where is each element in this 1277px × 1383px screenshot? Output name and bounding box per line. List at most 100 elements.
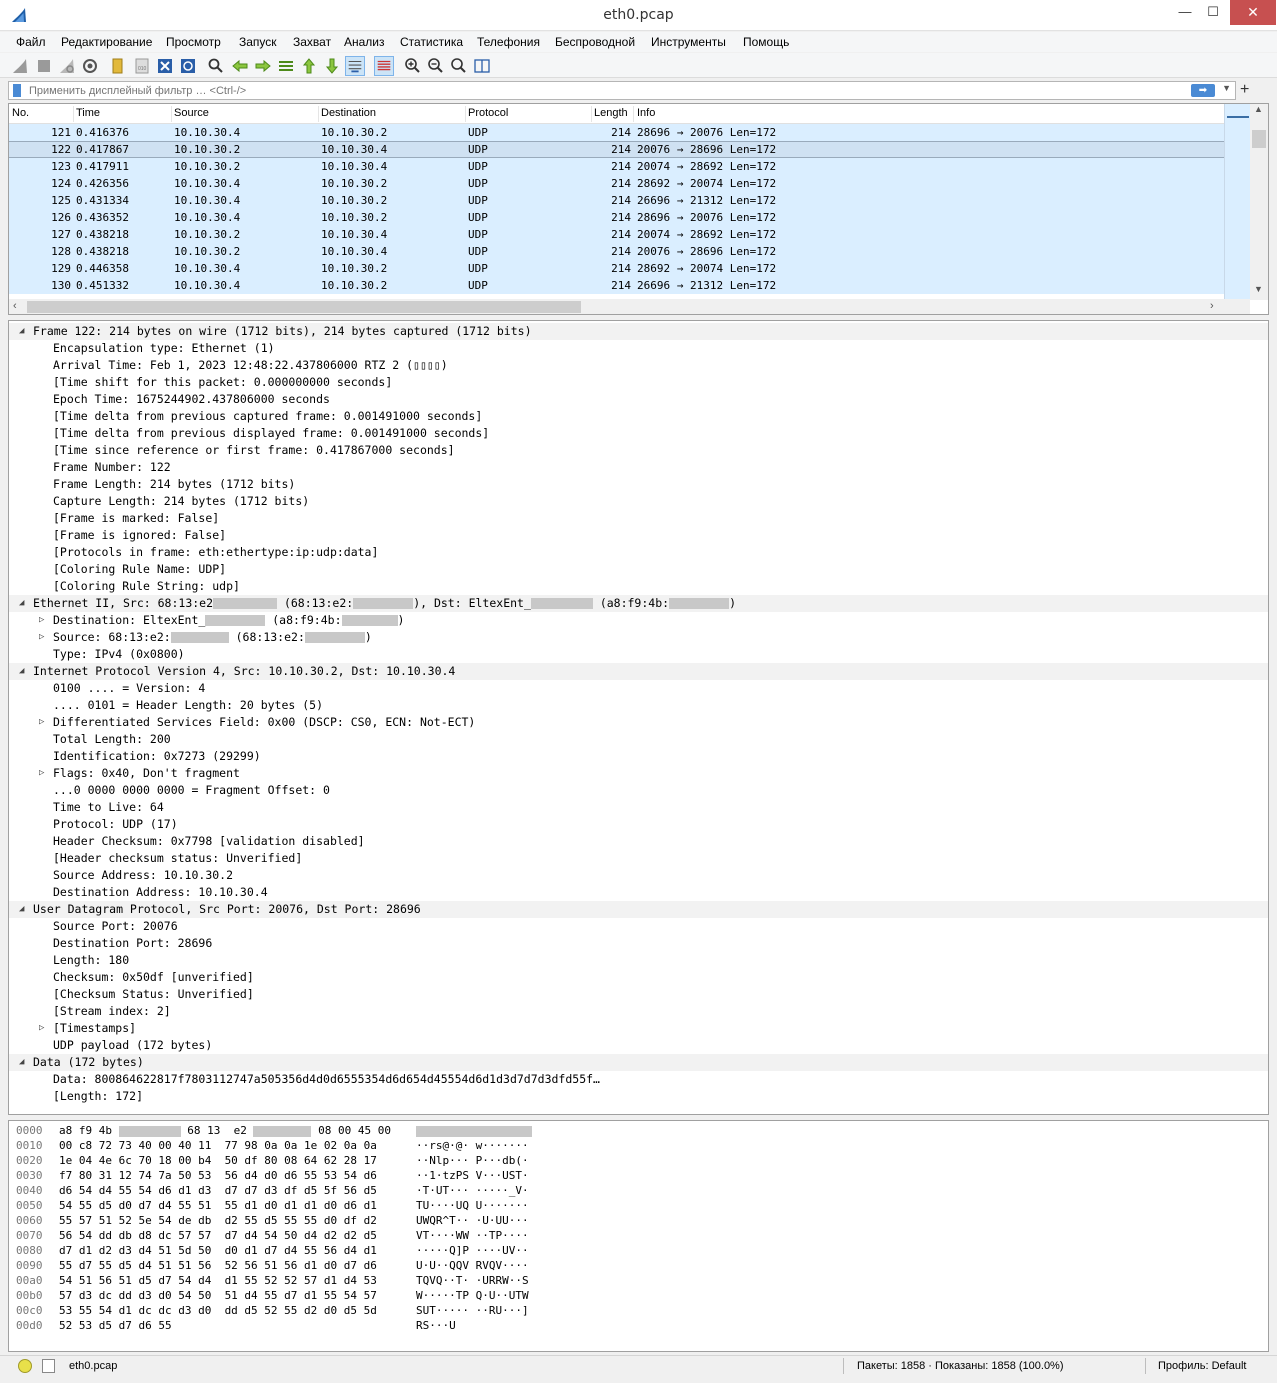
hex-bytes[interactable]: 55 d7 55 d5 d4 51 51 56 52 56 51 56 d1 d… (59, 1258, 377, 1273)
ascii-bytes[interactable]: TU····UQ U······· (416, 1198, 529, 1213)
tree-field[interactable]: UDP payload (172 bytes) (9, 1037, 1268, 1054)
tree-field[interactable]: ...0 0000 0000 0000 = Fragment Offset: 0 (9, 782, 1268, 799)
collapsed-triangle-icon[interactable]: ▷ (39, 612, 44, 629)
find-packet-icon[interactable] (206, 56, 226, 76)
menu-file[interactable]: Файл (16, 35, 46, 49)
ascii-bytes[interactable]: UWQR^T·· ·U·UU··· (416, 1213, 529, 1228)
column-header-no[interactable]: No. (12, 107, 29, 119)
packet-row[interactable]: 122 0.417867 10.10.30.2 10.10.30.4 UDP 214 200… (9, 141, 1224, 158)
tree-section-header[interactable]: ◢ Data (172 bytes) (9, 1054, 1268, 1071)
hex-bytes[interactable]: 56 54 dd db d8 dc 57 57 d7 d4 54 50 d4 d… (59, 1228, 377, 1243)
open-folder-icon[interactable] (108, 56, 128, 76)
packet-row[interactable]: 121 0.416376 10.10.30.4 10.10.30.2 UDP 214 286… (9, 124, 1224, 141)
column-header-length[interactable]: Length (594, 107, 628, 119)
ascii-bytes[interactable]: TQVQ··T· ·URRW··S (416, 1273, 529, 1288)
close-file-icon[interactable] (155, 56, 175, 76)
tree-field[interactable]: [Time shift for this packet: 0.000000000… (9, 374, 1268, 391)
ascii-bytes[interactable]: ··1·tzPS V···UST· (416, 1168, 529, 1183)
column-header-destination[interactable]: Destination (321, 107, 376, 119)
column-header-info[interactable]: Info (637, 107, 655, 119)
tree-field[interactable]: [Checksum Status: Unverified] (9, 986, 1268, 1003)
tree-field[interactable]: Time to Live: 64 (9, 799, 1268, 816)
hex-bytes[interactable]: d7 d1 d2 d3 d4 51 5d 50 d0 d1 d7 d4 55 5… (59, 1243, 377, 1258)
display-filter-input[interactable] (29, 83, 1179, 98)
scroll-up-icon[interactable]: ▲ (1254, 104, 1263, 114)
tree-field[interactable]: Frame Number: 122 (9, 459, 1268, 476)
tree-field[interactable]: Arrival Time: Feb 1, 2023 12:48:22.43780… (9, 357, 1268, 374)
hex-dump-row[interactable]: 0000 a8 f9 4b 68 13 e2 08 00 45 00 (9, 1123, 1268, 1138)
column-separator[interactable] (73, 106, 74, 122)
tree-field[interactable]: [Stream index: 2] (9, 1003, 1268, 1020)
hex-dump-row[interactable]: 0050 54 55 d5 d0 d7 d4 55 51 55 d1 d0 d1 … (9, 1198, 1268, 1213)
ascii-bytes[interactable]: W·····TP Q·U··UTW (416, 1288, 529, 1303)
tree-section-header[interactable]: ◢ User Datagram Protocol, Src Port: 20076… (9, 901, 1268, 918)
tree-field[interactable]: Header Checksum: 0x7798 [validation disa… (9, 833, 1268, 850)
resize-columns-icon[interactable] (472, 56, 492, 76)
column-separator[interactable] (171, 106, 172, 122)
hex-bytes[interactable]: f7 80 31 12 74 7a 50 53 56 d4 d0 d6 55 5… (59, 1168, 377, 1183)
expanded-triangle-icon[interactable]: ◢ (19, 323, 24, 340)
expanded-triangle-icon[interactable]: ◢ (19, 595, 24, 612)
column-header-time[interactable]: Time (76, 107, 100, 119)
hex-dump-row[interactable]: 0040 d6 54 d4 55 54 d6 d1 d3 d7 d7 d3 df … (9, 1183, 1268, 1198)
tree-field[interactable]: [Frame is marked: False] (9, 510, 1268, 527)
hex-dump-row[interactable]: 00c0 53 55 54 d1 dc dc d3 d0 dd d5 52 55 … (9, 1303, 1268, 1318)
close-window-button[interactable]: ✕ (1230, 0, 1276, 25)
tree-field[interactable]: [Header checksum status: Unverified] (9, 850, 1268, 867)
column-separator[interactable] (633, 106, 634, 122)
tree-field[interactable]: ▷ Flags: 0x40, Don't fragment (9, 765, 1268, 782)
menu-edit[interactable]: Редактирование (61, 35, 152, 49)
go-last-icon[interactable] (322, 56, 342, 76)
tree-field[interactable]: Identification: 0x7273 (29299) (9, 748, 1268, 765)
zoom-out-icon[interactable] (426, 56, 446, 76)
menu-tools[interactable]: Инструменты (651, 35, 726, 49)
filter-bookmark-icon[interactable] (13, 84, 21, 97)
menu-view[interactable]: Просмотр (166, 35, 221, 49)
zoom-in-icon[interactable] (403, 56, 423, 76)
hex-dump-row[interactable]: 00a0 54 51 56 51 d5 d7 54 d4 d1 55 52 52 … (9, 1273, 1268, 1288)
tree-field[interactable]: Checksum: 0x50df [unverified] (9, 969, 1268, 986)
expanded-triangle-icon[interactable]: ◢ (19, 1054, 24, 1071)
hex-bytes[interactable]: 52 53 d5 d7 d6 55 (59, 1318, 172, 1333)
go-forward-icon[interactable] (253, 56, 273, 76)
packet-list-horizontal-scrollbar[interactable]: ‹ › (9, 299, 1250, 314)
collapsed-triangle-icon[interactable]: ▷ (39, 714, 44, 731)
hex-bytes[interactable]: 00 c8 72 73 40 00 40 11 77 98 0a 0a 1e 0… (59, 1138, 377, 1153)
packet-list-vertical-scrollbar[interactable]: ▲ ▼ (1250, 104, 1268, 300)
tree-section-header[interactable]: ◢ Internet Protocol Version 4, Src: 10.10… (9, 663, 1268, 680)
tree-field[interactable]: [Time delta from previous captured frame… (9, 408, 1268, 425)
hex-bytes[interactable]: 53 55 54 d1 dc dc d3 d0 dd d5 52 55 d2 d… (59, 1303, 377, 1318)
packet-row[interactable]: 126 0.436352 10.10.30.4 10.10.30.2 UDP 214 286… (9, 209, 1224, 226)
collapsed-triangle-icon[interactable]: ▷ (39, 1020, 44, 1037)
ascii-bytes[interactable]: ··rs@·@· w······· (416, 1138, 529, 1153)
hex-bytes[interactable]: 1e 04 4e 6c 70 18 00 b4 50 df 80 08 64 6… (59, 1153, 377, 1168)
tree-field[interactable]: Data: 800864622817f7803112747a505356d4d0… (9, 1071, 1268, 1088)
hex-dump-row[interactable]: 0080 d7 d1 d2 d3 d4 51 5d 50 d0 d1 d7 d4 … (9, 1243, 1268, 1258)
zoom-normal-icon[interactable] (449, 56, 469, 76)
stop-icon[interactable] (34, 56, 54, 76)
hex-dump-row[interactable]: 0010 00 c8 72 73 40 00 40 11 77 98 0a 0a … (9, 1138, 1268, 1153)
scroll-left-icon[interactable]: ‹ (13, 300, 17, 312)
apply-filter-button[interactable]: ➡ (1191, 84, 1215, 97)
tree-field[interactable]: [Frame is ignored: False] (9, 527, 1268, 544)
column-header-source[interactable]: Source (174, 107, 209, 119)
tree-field[interactable]: Type: IPv4 (0x0800) (9, 646, 1268, 663)
ascii-bytes[interactable]: SUT····· ··RU···] (416, 1303, 529, 1318)
packet-row[interactable]: 129 0.446358 10.10.30.4 10.10.30.2 UDP 214 286… (9, 260, 1224, 277)
menu-statistics[interactable]: Статистика (400, 35, 463, 49)
tree-field[interactable]: [Time since reference or first frame: 0.… (9, 442, 1268, 459)
hex-bytes[interactable]: 54 55 d5 d0 d7 d4 55 51 55 d1 d0 d1 d1 d… (59, 1198, 377, 1213)
tree-field[interactable]: [Coloring Rule String: udp] (9, 578, 1268, 595)
hex-dump-row[interactable]: 0030 f7 80 31 12 74 7a 50 53 56 d4 d0 d6 … (9, 1168, 1268, 1183)
ascii-bytes[interactable]: ··Nlp··· P···db(· (416, 1153, 529, 1168)
tree-field[interactable]: Destination Address: 10.10.30.4 (9, 884, 1268, 901)
menu-help[interactable]: Помощь (743, 35, 789, 49)
tree-field[interactable]: Total Length: 200 (9, 731, 1268, 748)
collapsed-triangle-icon[interactable]: ▷ (39, 765, 44, 782)
shark-fin-start-icon[interactable] (10, 56, 30, 76)
tree-field[interactable]: 0100 .... = Version: 4 (9, 680, 1268, 697)
ascii-bytes[interactable] (416, 1123, 532, 1138)
go-to-packet-icon[interactable] (276, 56, 296, 76)
menu-telephony[interactable]: Телефония (477, 35, 540, 49)
menu-wireless[interactable]: Беспроводной (555, 35, 635, 49)
